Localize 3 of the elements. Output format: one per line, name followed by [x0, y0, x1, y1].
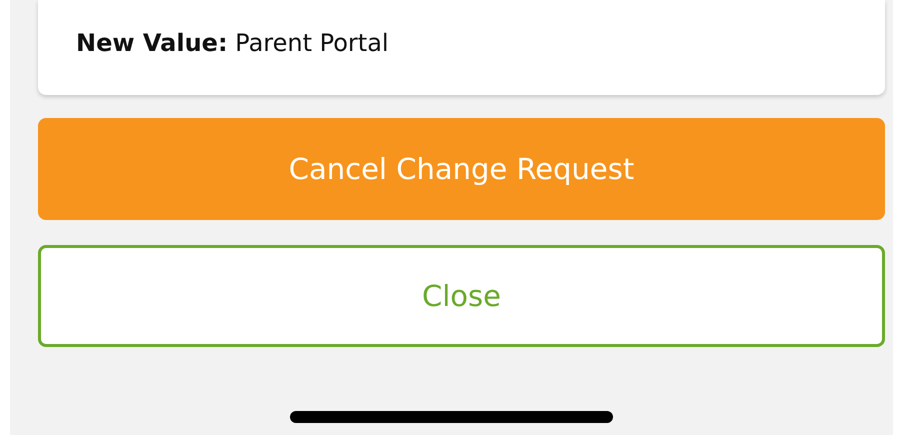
close-button[interactable]: Close [38, 245, 885, 347]
new-value-text: New Value: Parent Portal [76, 28, 389, 58]
cancel-request-button[interactable]: Cancel Change Request [38, 118, 885, 220]
